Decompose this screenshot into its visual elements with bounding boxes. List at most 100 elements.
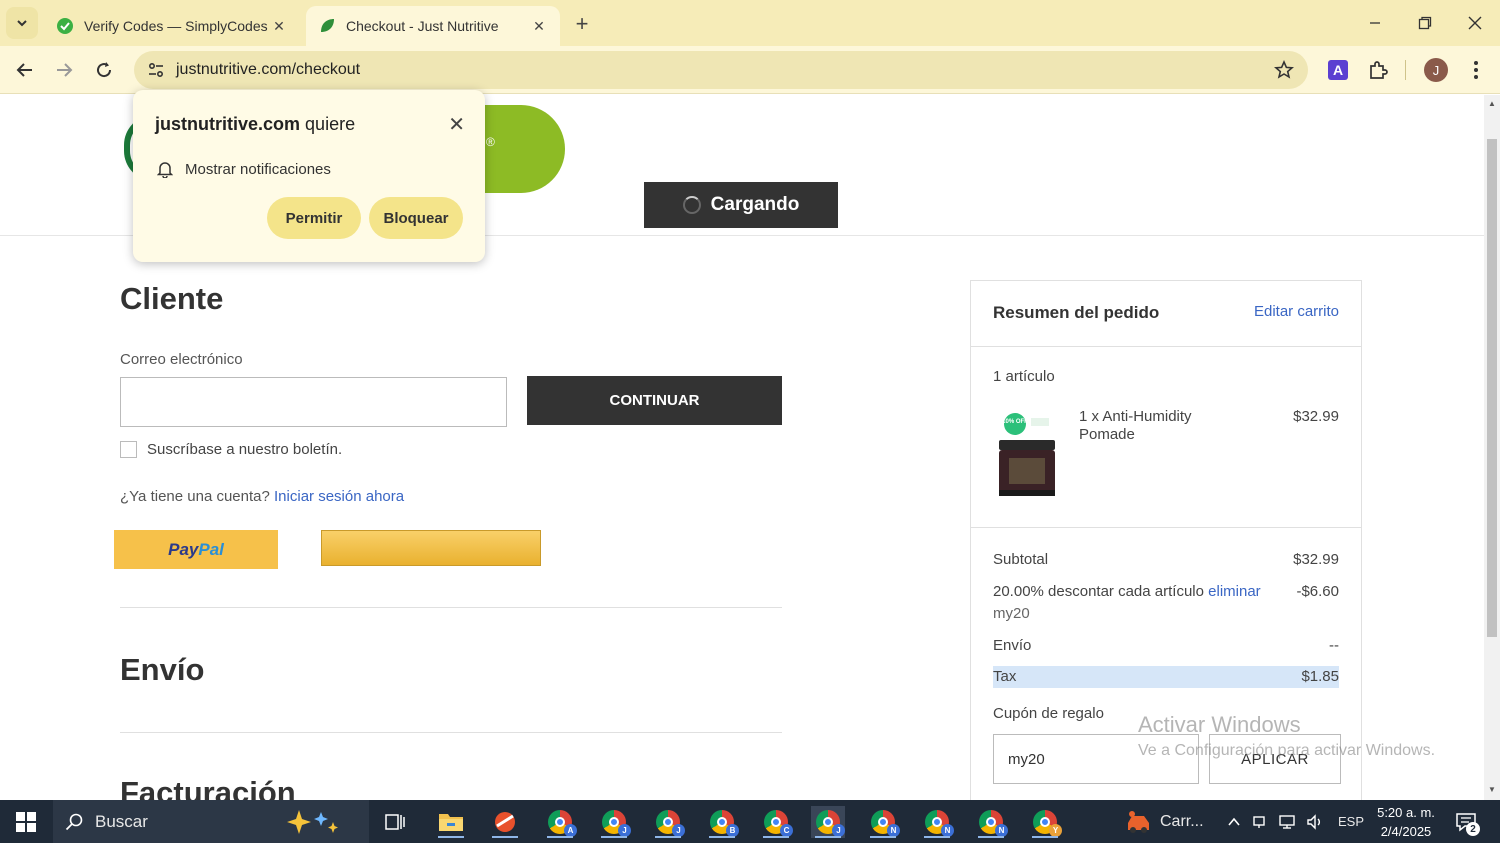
running-indicator bbox=[763, 836, 789, 838]
chrome-profile-n-icon[interactable]: N bbox=[866, 806, 900, 838]
bookmark-star-icon[interactable] bbox=[1274, 60, 1294, 80]
taskbar-search[interactable]: Buscar bbox=[53, 800, 369, 843]
billing-heading: Facturación bbox=[120, 775, 296, 800]
chrome-menu-icon[interactable] bbox=[1462, 56, 1490, 84]
loading-button: Cargando bbox=[644, 182, 838, 228]
running-indicator bbox=[978, 836, 1004, 838]
search-placeholder: Buscar bbox=[95, 811, 148, 831]
spinner-icon bbox=[682, 196, 701, 214]
discount-value: -$6.60 bbox=[1296, 583, 1339, 600]
notification-center-button[interactable]: 2 bbox=[1452, 808, 1480, 836]
edit-cart-link[interactable]: Editar carrito bbox=[1254, 303, 1339, 320]
newsletter-checkbox[interactable] bbox=[120, 441, 137, 458]
running-indicator bbox=[870, 836, 896, 838]
chrome-profile-j-icon[interactable]: J bbox=[651, 806, 685, 838]
url-text: justnutritive.com/checkout bbox=[176, 61, 361, 78]
remove-discount-link[interactable]: eliminar bbox=[1208, 583, 1261, 600]
block-button[interactable]: Bloquear bbox=[369, 197, 463, 239]
running-indicator bbox=[655, 836, 681, 838]
tab-simplycodes[interactable]: Verify Codes — SimplyCodes ✕ bbox=[44, 6, 300, 46]
product-badge: 10% OFF bbox=[1002, 419, 1028, 425]
subtotal-row: Subtotal $32.99 bbox=[993, 551, 1339, 568]
summary-title: Resumen del pedido bbox=[993, 303, 1160, 322]
extension-a-icon[interactable]: A bbox=[1324, 56, 1352, 84]
page-scrollbar[interactable]: ▲ ▼ bbox=[1484, 95, 1500, 800]
login-link[interactable]: Iniciar sesión ahora bbox=[274, 488, 404, 505]
profile-avatar[interactable]: J bbox=[1422, 56, 1450, 84]
scroll-down-icon[interactable]: ▼ bbox=[1487, 785, 1497, 795]
extensions-puzzle-icon[interactable] bbox=[1364, 56, 1392, 84]
account-question: ¿Ya tiene una cuenta? bbox=[120, 488, 270, 505]
chrome-profile-b-icon[interactable]: B bbox=[705, 806, 739, 838]
reload-icon bbox=[97, 62, 112, 78]
chevron-up-icon[interactable] bbox=[1226, 814, 1242, 830]
task-view-icon[interactable] bbox=[378, 806, 412, 838]
weather-widget[interactable]: Carr... bbox=[1124, 800, 1204, 843]
windows-logo-icon bbox=[16, 811, 36, 832]
chrome-profile-c-icon[interactable]: C bbox=[759, 806, 793, 838]
scroll-thumb[interactable] bbox=[1487, 139, 1497, 637]
restore-button[interactable] bbox=[1400, 0, 1450, 46]
profile-initial: J bbox=[1424, 58, 1448, 82]
forward-button[interactable] bbox=[48, 54, 80, 86]
taskbar-clock[interactable]: 5:20 a. m. 2/4/2025 bbox=[1364, 803, 1448, 841]
popup-request-row: Mostrar notificaciones bbox=[157, 160, 331, 178]
continue-button[interactable]: CONTINUAR bbox=[527, 376, 782, 425]
newsletter-row[interactable]: Suscríbase a nuestro boletín. bbox=[120, 441, 342, 458]
discount-label: 20.00% descontar cada artículo bbox=[993, 583, 1204, 600]
close-window-button[interactable] bbox=[1450, 0, 1500, 46]
file-explorer-icon[interactable] bbox=[434, 806, 468, 838]
scroll-up-icon[interactable]: ▲ bbox=[1487, 99, 1497, 109]
chrome-profile-n-icon[interactable]: N bbox=[974, 806, 1008, 838]
tab-title: Verify Codes — SimplyCodes bbox=[84, 18, 268, 34]
chrome-profile-j-icon[interactable]: J bbox=[811, 806, 845, 838]
clock-time: 5:20 a. m. bbox=[1377, 805, 1435, 820]
express-checkout-button[interactable] bbox=[321, 530, 541, 566]
loading-label: Cargando bbox=[710, 194, 800, 215]
running-indicator bbox=[601, 836, 627, 838]
shipping-row: Envío -- bbox=[993, 637, 1339, 654]
start-button[interactable] bbox=[0, 800, 52, 843]
chrome-profile-a-icon[interactable]: A bbox=[543, 806, 577, 838]
summary-divider bbox=[971, 346, 1361, 347]
sparkle-icon bbox=[287, 810, 338, 834]
paypal-button[interactable]: Pay Pal bbox=[114, 530, 278, 569]
close-tab-icon[interactable]: ✕ bbox=[530, 17, 548, 35]
paypal-pal-text: Pal bbox=[198, 539, 224, 559]
language-indicator[interactable]: ESP bbox=[1338, 814, 1364, 829]
chrome-profile-n-icon[interactable]: N bbox=[920, 806, 954, 838]
close-tab-icon[interactable]: ✕ bbox=[270, 17, 288, 35]
new-tab-button[interactable]: + bbox=[568, 10, 596, 38]
clock-date: 2/4/2025 bbox=[1380, 824, 1432, 839]
windows-taskbar: Buscar A J J B C J N N N Y Carr... ESP 5… bbox=[0, 800, 1500, 843]
tab-search-button[interactable] bbox=[6, 7, 38, 39]
shipping-value: -- bbox=[1329, 637, 1339, 654]
back-button[interactable] bbox=[9, 54, 41, 86]
section-divider bbox=[120, 607, 782, 608]
minimize-button[interactable] bbox=[1350, 0, 1400, 46]
network-icon[interactable] bbox=[1278, 814, 1296, 830]
email-field[interactable] bbox=[120, 377, 507, 427]
site-info-icon[interactable] bbox=[138, 52, 174, 88]
allow-button[interactable]: Permitir bbox=[267, 197, 361, 239]
tab-checkout[interactable]: Checkout - Just Nutritive ✕ bbox=[306, 6, 560, 46]
chrome-profile-j-icon[interactable]: J bbox=[597, 806, 631, 838]
extension-letter: A bbox=[1328, 60, 1348, 80]
close-icon bbox=[1468, 16, 1482, 30]
simplycodes-favicon bbox=[57, 18, 73, 34]
address-bar[interactable]: justnutritive.com/checkout bbox=[134, 51, 1308, 89]
tab-title: Checkout - Just Nutritive bbox=[346, 18, 499, 34]
account-prompt: ¿Ya tiene una cuenta? Iniciar sesión aho… bbox=[120, 488, 404, 505]
product-image: 10% OFF bbox=[995, 406, 1057, 501]
meet-icon[interactable] bbox=[1252, 814, 1268, 830]
running-indicator bbox=[492, 836, 518, 838]
section-divider bbox=[120, 732, 782, 733]
reload-button[interactable] bbox=[88, 54, 120, 86]
chrome-profile-y-icon[interactable]: Y bbox=[1028, 806, 1062, 838]
running-indicator bbox=[924, 836, 950, 838]
popup-close-icon[interactable]: ✕ bbox=[448, 112, 465, 137]
watermark-subtitle: Ve a Configuración para activar Windows. bbox=[1138, 742, 1436, 759]
notification-count: 2 bbox=[1466, 822, 1480, 836]
volume-icon[interactable] bbox=[1306, 813, 1324, 830]
app-orange-icon[interactable] bbox=[488, 806, 522, 838]
